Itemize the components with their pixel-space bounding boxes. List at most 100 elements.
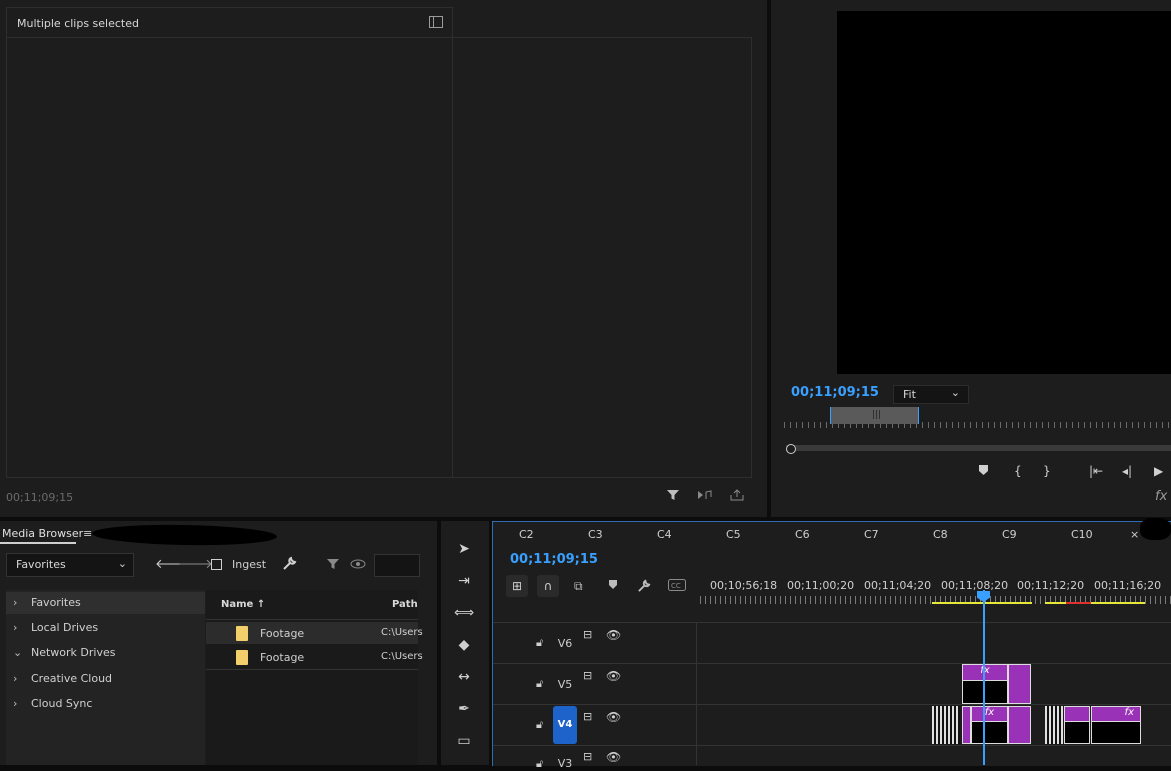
sync-lock-icon[interactable]: ⊟: [583, 628, 592, 641]
timeline-clip[interactable]: [1064, 706, 1090, 722]
nest-toggle-icon[interactable]: ⊞: [506, 575, 528, 597]
panel-menu-icon[interactable]: ≡: [83, 527, 92, 540]
timeline-clip[interactable]: [1008, 706, 1031, 744]
eye-icon[interactable]: 👁︎: [606, 710, 621, 724]
folder-icon: [236, 626, 248, 641]
table-row[interactable]: Footage C:\Users: [206, 622, 423, 644]
slip-tool-icon[interactable]: ↔: [453, 669, 475, 685]
playhead-handle[interactable]: [786, 444, 796, 454]
mark-in-icon[interactable]: {: [1014, 464, 1022, 478]
go-to-in-icon[interactable]: |⇤: [1089, 464, 1103, 478]
program-monitor-video[interactable]: [837, 11, 1171, 374]
snap-icon[interactable]: ∩: [537, 575, 559, 597]
lock-icon[interactable]: 🔓︎: [536, 757, 543, 771]
program-scrub-bar[interactable]: [786, 445, 1171, 451]
effect-controls-header: Multiple clips selected: [6, 7, 453, 38]
lock-icon[interactable]: 🔓︎: [536, 677, 543, 691]
ripple-edit-tool-icon[interactable]: ⟺: [453, 605, 475, 621]
zoom-fit-value: Fit: [903, 388, 916, 401]
sync-lock-icon[interactable]: ⊟: [583, 710, 592, 723]
sync-lock-icon[interactable]: ⊟: [583, 750, 592, 763]
track-name[interactable]: V6: [553, 637, 577, 650]
chevron-right-icon: ›: [13, 621, 18, 634]
sequence-tab[interactable]: C2: [519, 528, 534, 541]
ingest-checkbox[interactable]: [211, 559, 222, 570]
clip-thumbnail[interactable]: [1091, 721, 1141, 744]
eye-icon[interactable]: 👁︎: [606, 669, 621, 683]
zoom-fit-dropdown[interactable]: Fit ⌄: [893, 385, 969, 404]
sequence-tab[interactable]: C6: [795, 528, 810, 541]
clip-thumbnail[interactable]: [971, 721, 1008, 744]
forward-arrow-icon[interactable]: 🡒: [178, 556, 213, 572]
effect-controls-timeline: [452, 37, 752, 478]
track-select-tool-icon[interactable]: ⇥: [453, 573, 475, 589]
track-name[interactable]: V3: [553, 757, 577, 770]
program-zoom-scrollbar[interactable]: |||: [830, 407, 919, 424]
timeline-clip[interactable]: fx: [1091, 706, 1141, 722]
rectangle-tool-icon[interactable]: ▭: [453, 733, 475, 749]
fx-badge: fx: [1124, 707, 1134, 718]
view-eye-icon[interactable]: [350, 558, 366, 573]
filter-icon[interactable]: [326, 557, 340, 574]
chevron-down-icon: ⌄: [950, 386, 960, 399]
sequence-tab[interactable]: C5: [726, 528, 741, 541]
program-monitor-timecode[interactable]: 00;11;09;15: [791, 385, 879, 400]
pen-tool-icon[interactable]: ✒: [453, 701, 475, 717]
mark-out-icon[interactable]: }: [1043, 464, 1051, 478]
export-icon[interactable]: [730, 488, 744, 506]
tree-item-label: Favorites: [31, 596, 81, 609]
chevron-down-icon: ⌄: [13, 646, 23, 659]
wrench-icon[interactable]: [637, 579, 651, 596]
panel-toggle-icon[interactable]: [429, 16, 443, 28]
location-dropdown[interactable]: Favorites ⌄: [6, 553, 134, 577]
folder-icon: [236, 650, 248, 665]
timeline-clip-cluster[interactable]: [932, 706, 960, 744]
close-tab-icon[interactable]: ×: [1130, 528, 1139, 541]
clip-thumbnail[interactable]: [1064, 721, 1090, 744]
sequence-tab[interactable]: C3: [588, 528, 603, 541]
lock-icon[interactable]: 🔓︎: [536, 636, 543, 650]
svg-text:CC: CC: [671, 582, 681, 590]
track-name[interactable]: V5: [553, 678, 577, 691]
render-bar-yellow: [1045, 602, 1145, 604]
linked-selection-icon[interactable]: ⧉: [574, 579, 583, 594]
column-header-path[interactable]: Path: [392, 599, 418, 610]
clip-thumbnail[interactable]: [962, 680, 1008, 704]
eye-icon[interactable]: 👁︎: [606, 628, 621, 642]
fx-icon[interactable]: fx: [1155, 489, 1167, 504]
timeline-clip-cluster[interactable]: [1045, 706, 1063, 744]
eye-icon[interactable]: 👁︎: [606, 750, 621, 764]
sequence-tab[interactable]: C7: [864, 528, 879, 541]
timeline-timecode[interactable]: 00;11;09;15: [510, 552, 598, 567]
chevron-right-icon: ›: [13, 596, 18, 609]
step-back-icon[interactable]: ◂|: [1122, 464, 1132, 478]
effect-controls-timecode: 00;11;09;15: [6, 491, 74, 504]
search-input[interactable]: [374, 554, 420, 577]
wrench-icon[interactable]: [282, 556, 297, 574]
timeline-clip[interactable]: fx: [971, 706, 1008, 722]
selection-tool-icon[interactable]: ➤: [453, 541, 475, 557]
sequence-tab[interactable]: C4: [657, 528, 672, 541]
track-target-v4[interactable]: V4: [553, 706, 577, 744]
fx-badge: fx: [963, 665, 1007, 676]
timeline-clip[interactable]: fx: [962, 664, 1008, 681]
play-icon[interactable]: ▶: [1154, 464, 1163, 478]
sync-lock-icon[interactable]: ⊟: [583, 669, 592, 682]
filter-icon[interactable]: [666, 488, 680, 506]
add-marker-icon[interactable]: [608, 579, 618, 593]
column-header-name[interactable]: Name ↑: [221, 599, 265, 610]
sequence-tab[interactable]: C9: [1002, 528, 1017, 541]
lock-icon[interactable]: 🔓︎: [536, 718, 543, 732]
timeline-clip[interactable]: [1008, 664, 1031, 704]
sort-ascending-icon: ↑: [256, 599, 266, 610]
sequence-tab[interactable]: C8: [933, 528, 948, 541]
media-browser-tab[interactable]: Media Browser: [2, 527, 83, 540]
effect-controls-list: [6, 37, 453, 478]
play-audio-icon[interactable]: [697, 488, 713, 506]
captions-icon[interactable]: CC: [668, 579, 686, 594]
table-row[interactable]: Footage C:\Users: [206, 646, 423, 668]
sequence-tab[interactable]: C10: [1071, 528, 1093, 541]
add-marker-icon[interactable]: [978, 464, 989, 479]
timeline-clip[interactable]: [962, 706, 971, 744]
razor-tool-icon[interactable]: ◆: [453, 637, 475, 653]
